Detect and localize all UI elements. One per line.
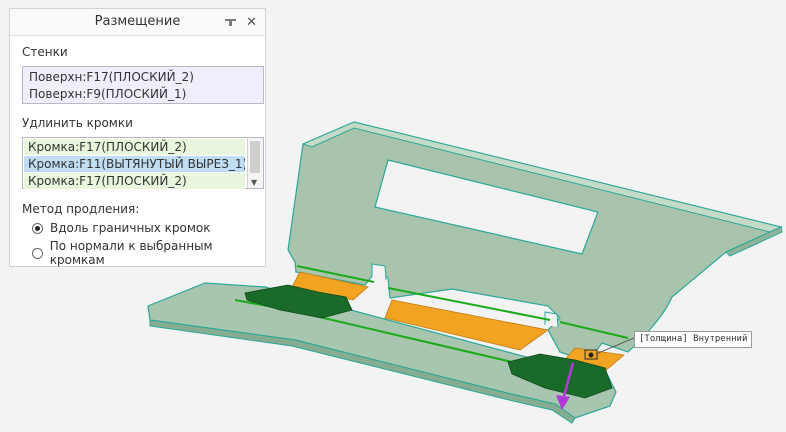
edge-marker-dot — [588, 352, 594, 358]
edges-scrollbar[interactable]: ▼ — [247, 138, 263, 188]
walls-label: Стенки — [22, 45, 68, 59]
panel-header: Размещение ✕ — [10, 9, 265, 36]
thickness-annotation[interactable]: [Толщина] Внутренний — [634, 331, 753, 348]
method-option-normal[interactable]: По нормали к выбранным кромкам — [32, 239, 265, 267]
edge-item[interactable]: Кромка:F17(ПЛОСКИЙ_2) — [24, 139, 245, 155]
placement-panel: Размещение ✕ Стенки Поверхн:F17(ПЛОСКИЙ_… — [9, 8, 266, 267]
method-label: Метод продления: — [22, 202, 140, 216]
scroll-down-icon[interactable]: ▼ — [251, 178, 257, 187]
wall-item[interactable]: Поверхн:F17(ПЛОСКИЙ_2) — [23, 69, 263, 86]
wall-item[interactable]: Поверхн:F9(ПЛОСКИЙ_1) — [23, 86, 263, 103]
method-option-label: По нормали к выбранным кромкам — [49, 239, 213, 267]
pin-icon[interactable] — [225, 17, 237, 27]
edge-item-selected[interactable]: Кромка:F11(ВЫТЯНУТЫЙ ВЫРЕЗ_1) — [24, 156, 245, 172]
radio-unchecked-icon[interactable] — [32, 247, 43, 259]
scroll-thumb[interactable] — [250, 141, 260, 173]
radio-checked-icon[interactable] — [32, 222, 43, 234]
extend-edges-label: Удлинить кромки — [22, 116, 133, 130]
method-option-label: Вдоль граничных кромок — [50, 221, 211, 235]
edge-item[interactable]: Кромка:F17(ПЛОСКИЙ_2) — [24, 173, 245, 189]
close-icon[interactable]: ✕ — [246, 16, 257, 29]
panel-title: Размещение — [94, 14, 181, 29]
notch-left — [371, 263, 387, 281]
method-option-boundary[interactable]: Вдоль граничных кромок — [32, 221, 211, 235]
walls-list[interactable]: Поверхн:F17(ПЛОСКИЙ_2) Поверхн:F9(ПЛОСКИ… — [22, 66, 264, 104]
edges-list[interactable]: Кромка:F17(ПЛОСКИЙ_2) Кромка:F11(ВЫТЯНУТ… — [22, 137, 264, 189]
